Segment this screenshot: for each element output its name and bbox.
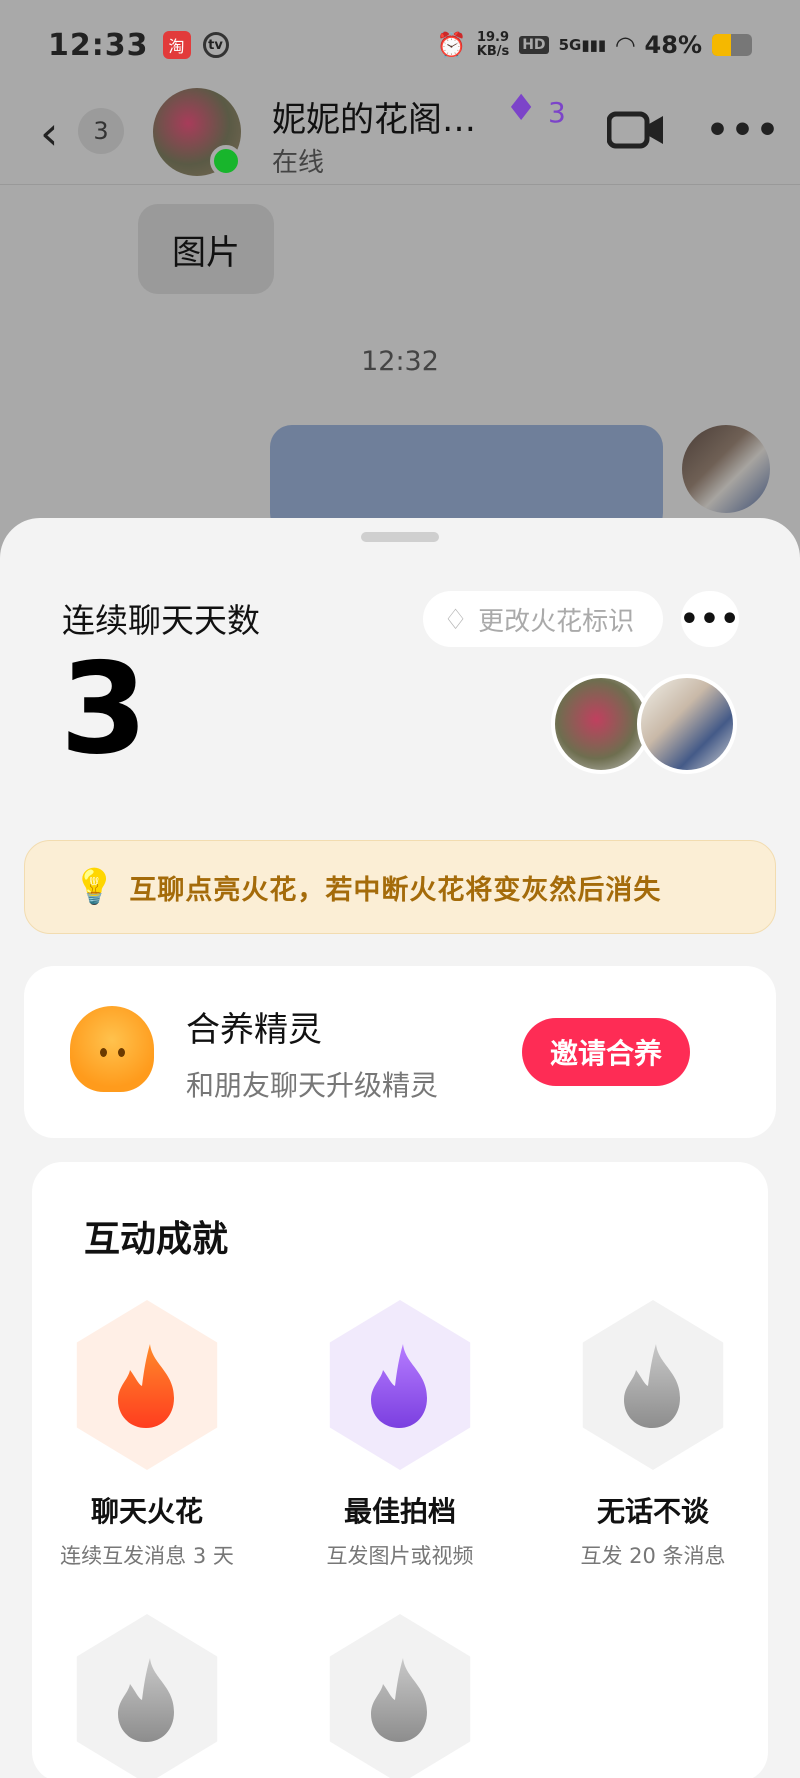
unread-count-badge[interactable]: 3 — [78, 108, 124, 154]
battery-icon — [712, 34, 752, 56]
my-avatar[interactable] — [682, 425, 770, 513]
achievement-locked-4[interactable] — [32, 1614, 262, 1778]
change-flame-label: 更改火花标识 — [478, 606, 635, 637]
tv-notification-icon: tv — [202, 32, 229, 58]
chat-header: ‹ 3 妮妮的花阁… ♦ 3 在线 ••• — [0, 80, 800, 185]
co-raise-pet-card: 合养精灵 和朋友聊天升级精灵 邀请合养 — [24, 966, 776, 1138]
orange-flame-icon — [118, 1344, 174, 1428]
alarm-icon: ⏰ — [436, 31, 467, 59]
tip-text: 互聊点亮火花，若中断火花将变灰然后消失 — [129, 874, 662, 906]
achievements-card: 互动成就 聊天火花 连续互发消息 3 天 最佳拍档 互发图片或视频 无话不谈 互… — [32, 1162, 768, 1778]
achievement-hex-badge — [76, 1300, 218, 1470]
achievement-hex-badge — [76, 1614, 218, 1778]
achievement-name: 聊天火花 — [90, 1495, 203, 1528]
sheet-more-button[interactable]: ••• — [680, 591, 739, 647]
tip-banner: 💡 互聊点亮火花，若中断火花将变灰然后消失 — [24, 840, 776, 934]
online-status-text: 在线 — [272, 148, 325, 178]
message-timestamp: 12:32 — [361, 346, 439, 377]
gray-flame-icon — [118, 1658, 174, 1742]
purple-flame-icon — [371, 1344, 427, 1428]
achievement-name: 无话不谈 — [596, 1495, 709, 1528]
contact-avatar-small — [551, 674, 651, 774]
pet-card-title: 合养精灵 — [186, 1010, 322, 1050]
battery-percent: 48% — [644, 31, 702, 59]
more-options-icon[interactable]: ••• — [706, 110, 781, 151]
flame-outline-icon: ♢ — [443, 602, 469, 636]
achievement-hex-badge — [329, 1300, 471, 1470]
achievement-desc: 连续互发消息 3 天 — [60, 1544, 234, 1568]
achievements-title: 互动成就 — [84, 1219, 229, 1260]
flame-count[interactable]: 3 — [548, 96, 566, 129]
contact-name[interactable]: 妮妮的花阁… — [272, 92, 476, 141]
gray-flame-icon — [371, 1658, 427, 1742]
lightbulb-icon: 💡 — [73, 867, 116, 907]
pet-sprite-icon — [70, 1006, 154, 1092]
wifi-icon: ◠ — [616, 31, 635, 59]
online-status-dot — [210, 145, 242, 177]
status-bar: 12:33 淘 tv ⏰ 19.9 KB/s HD 5G▮▮▮ ◠ 48% — [0, 0, 800, 90]
back-arrow-icon[interactable]: ‹ — [40, 110, 58, 156]
cellular-signal-icon: 5G▮▮▮ — [558, 36, 607, 54]
achievement-hex-badge — [329, 1614, 471, 1778]
my-avatar-small — [637, 674, 737, 774]
pet-card-subtitle: 和朋友聊天升级精灵 — [186, 1069, 439, 1102]
clock: 12:33 — [48, 27, 149, 63]
achievement-best-partner[interactable]: 最佳拍档 互发图片或视频 — [285, 1300, 515, 1570]
gray-flame-icon — [624, 1344, 680, 1428]
taobao-notification-icon: 淘 — [162, 31, 191, 59]
video-call-icon[interactable] — [607, 110, 665, 150]
network-speed: 19.9 KB/s — [476, 30, 510, 59]
achievement-hex-badge — [582, 1300, 724, 1470]
achievement-chat-spark[interactable]: 聊天火花 连续互发消息 3 天 — [32, 1300, 262, 1570]
sheet-drag-handle[interactable] — [361, 532, 439, 542]
achievement-name: 最佳拍档 — [343, 1495, 456, 1528]
streak-days-value: 3 — [60, 635, 148, 782]
received-message-bubble[interactable]: 图片 — [138, 204, 274, 294]
achievement-desc: 互发 20 条消息 — [580, 1544, 726, 1568]
achievement-desc: 互发图片或视频 — [326, 1544, 474, 1568]
change-flame-badge-button[interactable]: ♢ 更改火花标识 — [423, 591, 663, 647]
spark-bottom-sheet: 连续聊天天数 3 ♢ 更改火花标识 ••• 💡 互聊点亮火花，若中断火花将变灰然… — [0, 518, 800, 1778]
achievement-no-topic-off-limits[interactable]: 无话不谈 互发 20 条消息 — [538, 1300, 768, 1570]
achievement-locked-5[interactable] — [285, 1614, 515, 1778]
invite-co-raise-button[interactable]: 邀请合养 — [522, 1018, 690, 1086]
flame-icon[interactable]: ♦ — [505, 88, 537, 129]
hd-voice-icon: HD — [519, 36, 549, 54]
